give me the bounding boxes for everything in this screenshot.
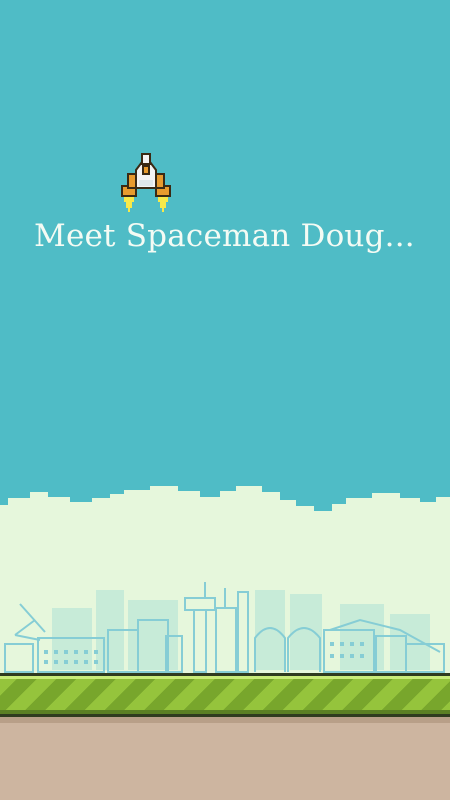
grass-ground: [0, 673, 450, 717]
city-skyline: [4, 582, 445, 673]
spaceman-doug-icon: [121, 153, 171, 212]
intro-text: Meet Spaceman Doug...: [34, 218, 415, 254]
dirt-ground: [0, 717, 450, 800]
game-scene[interactable]: Meet Spaceman Doug...: [0, 0, 450, 800]
